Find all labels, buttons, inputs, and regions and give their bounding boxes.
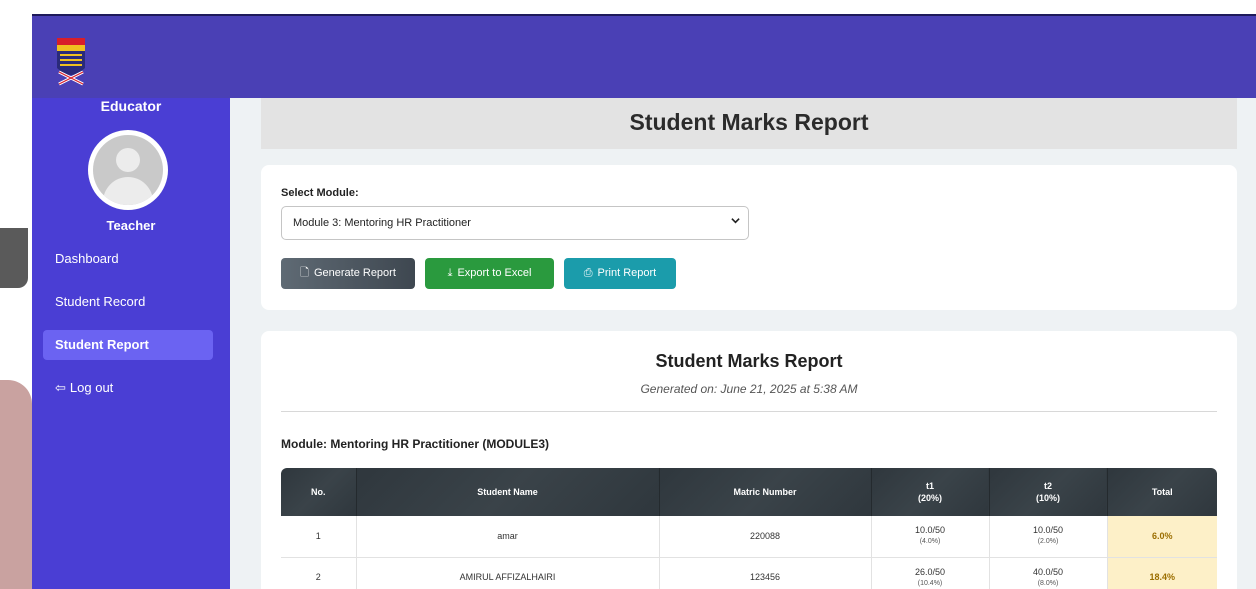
export-excel-label: Export to Excel [457,267,532,279]
page-title: Student Marks Report [261,98,1237,149]
table-row: 1 amar 220088 10.0/50 (4.0%) 10.0/50 (2.0%… [281,516,1217,558]
module-select-value: Module 3: Mentoring HR Practitioner [293,217,471,229]
sidebar-item-label: Dashboard [55,251,119,266]
module-select[interactable]: Module 3: Mentoring HR Practitioner [281,206,749,240]
table-row: 2 AMIRUL AFFIZALHAIRI 123456 26.0/50 (10.… [281,557,1217,589]
table-header-row: No. Student Name Matric Number t1 (20%) t… [281,468,1217,516]
print-report-button[interactable]: ⎙ Print Report [564,258,676,289]
cell-total: 6.0% [1107,516,1217,558]
printer-icon: ⎙ [583,267,593,279]
t1-percent: (4.0%) [919,538,941,546]
column-header-t1[interactable]: t1 (20%) [871,468,990,516]
cell-t1: 26.0/50 (10.4%) [871,557,990,589]
generate-report-label: Generate Report [313,267,396,279]
t2-score: 10.0/50 [1032,525,1064,536]
column-header-no[interactable]: No. [281,468,357,516]
t2-weight: (10%) [1035,493,1060,503]
cell-no: 1 [281,516,357,558]
t1-percent: (10.4%) [917,579,943,587]
column-header-total[interactable]: Total [1107,468,1217,516]
print-report-label: Print Report [597,267,657,279]
t2-name: t2 [1043,481,1052,491]
main-content: Student Marks Report Select Module: Modu… [230,98,1256,589]
export-excel-button[interactable]: ⤓ Export to Excel [425,258,554,289]
column-header-t2[interactable]: t2 (10%) [989,468,1108,516]
t1-weight: (20%) [917,493,942,503]
column-header-matric-number[interactable]: Matric Number [659,468,872,516]
cell-t2: 40.0/50 (8.0%) [989,557,1108,589]
t1-name: t1 [925,481,934,491]
cell-matric-number: 220088 [659,516,872,558]
sidebar-nav: Dashboard Student Record Student Report … [43,244,213,416]
t1-score: 26.0/50 [914,566,946,577]
cell-t1: 10.0/50 (4.0%) [871,516,990,558]
user-avatar-icon [93,135,163,205]
module-select-label: Select Module: [281,187,359,199]
sidebar-item-logout[interactable]: ⇦ Log out [43,373,213,403]
sidebar-item-label: Log out [69,380,114,395]
cell-total: 18.4% [1107,557,1217,589]
background-decoration [0,0,32,589]
decoration-shape-pink [0,380,32,589]
sidebar: Educator Teacher Dashboard Student Recor… [32,98,230,589]
report-module-name: Module: Mentoring HR Practitioner (MODUL… [281,437,549,451]
report-generated-date: Generated on: June 21, 2025 at 5:38 AM [640,382,858,396]
divider [281,411,1217,412]
generate-report-button[interactable]: 🗋 Generate Report [281,258,415,289]
cell-t2: 10.0/50 (2.0%) [989,516,1108,558]
file-icon: 🗋 [300,267,309,279]
t1-score: 10.0/50 [914,525,946,536]
download-icon: ⤓ [447,267,453,279]
top-header [32,14,1256,98]
marks-table: No. Student Name Matric Number t1 (20%) t… [281,468,1217,589]
report-title: Student Marks Report [655,351,843,371]
cell-matric-number: 123456 [659,557,872,589]
report-controls-card: Select Module: Module 3: Mentoring HR Pr… [261,165,1237,310]
avatar [88,130,168,210]
role-title: Educator [100,98,162,114]
cell-student-name: AMIRUL AFFIZALHAIRI [356,557,660,589]
report-card: Student Marks Report Generated on: June … [261,331,1237,589]
sidebar-item-student-record[interactable]: Student Record [43,287,213,317]
sidebar-item-label: Student Record [55,294,146,309]
column-header-student-name[interactable]: Student Name [356,468,660,516]
decoration-shape-dark [0,228,28,288]
sidebar-item-label: Student Report [55,337,149,352]
university-logo-icon [57,38,85,86]
t2-percent: (8.0%) [1037,579,1059,587]
teacher-name: Teacher [106,218,156,233]
t2-percent: (2.0%) [1037,538,1059,546]
t2-score: 40.0/50 [1032,566,1064,577]
chevron-down-icon [731,207,740,239]
logout-icon: ⇦ [55,380,66,395]
cell-no: 2 [281,557,357,589]
sidebar-item-student-report[interactable]: Student Report [43,330,213,360]
cell-student-name: amar [356,516,660,558]
sidebar-item-dashboard[interactable]: Dashboard [43,244,213,274]
